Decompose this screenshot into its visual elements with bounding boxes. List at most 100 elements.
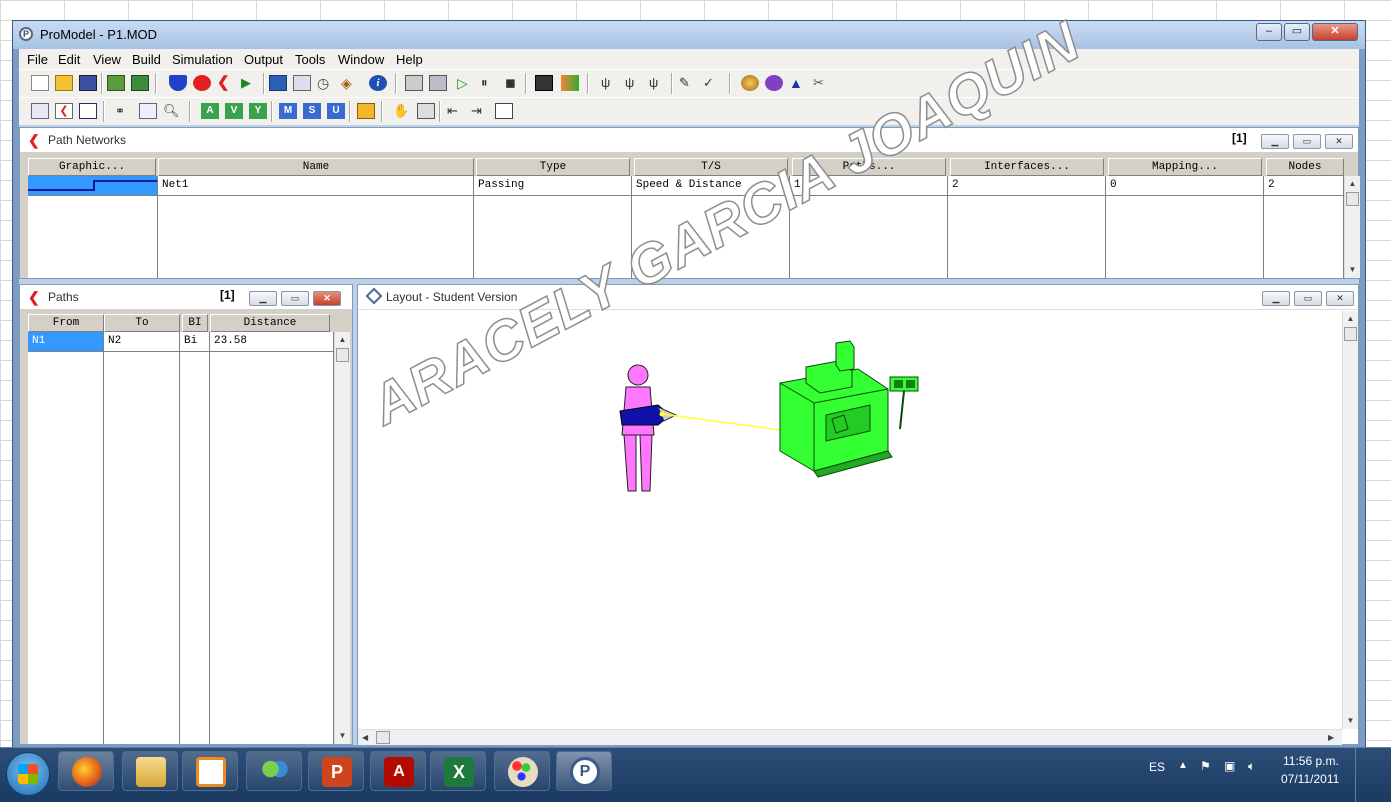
menu-output[interactable]: Output (244, 52, 283, 67)
layout-settings-icon[interactable] (417, 103, 435, 119)
layout-vertical-scrollbar[interactable]: ▲ ▼ (1342, 311, 1358, 729)
stop-icon[interactable]: ◼ (505, 75, 523, 91)
show-desktop-button[interactable] (1355, 748, 1370, 802)
taskbar-acrobat-button[interactable]: A (370, 751, 426, 791)
grid-icon[interactable] (31, 103, 49, 119)
array-y-icon[interactable]: Y (249, 103, 267, 119)
path-node-n1[interactable] (659, 411, 665, 417)
menu-help[interactable]: Help (396, 52, 423, 67)
scroll-down-icon[interactable]: ▼ (1343, 713, 1358, 728)
export-icon[interactable]: ⇥ (471, 103, 489, 119)
col-header-from[interactable]: From (28, 314, 104, 332)
clock-time[interactable]: 11:56 p.m. (1283, 754, 1339, 768)
path-distance-cell[interactable]: 23.58 (210, 332, 334, 352)
run-icon[interactable]: ▷ (457, 75, 475, 91)
network-interfaces-cell[interactable]: 2 (948, 176, 1106, 196)
graphics-editor-icon[interactable] (139, 103, 157, 119)
variable-v-icon[interactable]: V (225, 103, 243, 119)
col-header-mapping[interactable]: Mapping... (1108, 158, 1262, 176)
layout-horizontal-scrollbar[interactable]: ◀ ▶ (358, 729, 1342, 745)
scroll-up-icon[interactable]: ▲ (335, 332, 350, 347)
record-icon[interactable] (193, 75, 211, 91)
col-header-bi[interactable]: BI (182, 314, 208, 332)
menu-build[interactable]: Build (132, 52, 161, 67)
paths-scrollbar[interactable]: ▲ ▼ (334, 332, 350, 744)
minimize-button[interactable]: – (1256, 23, 1282, 41)
menu-tools[interactable]: Tools (295, 52, 325, 67)
cost-icon[interactable] (357, 103, 375, 119)
background-icon[interactable]: ✋ (393, 103, 411, 119)
title-bar[interactable]: P ProModel - P1.MOD – ▭ ✕ (13, 21, 1365, 49)
child-close-button[interactable]: ✕ (1326, 291, 1354, 306)
user-dist-u-icon[interactable]: U (327, 103, 345, 119)
output-results-icon[interactable] (561, 75, 579, 91)
arrivals-icon[interactable] (293, 75, 311, 91)
path-bi-cell[interactable]: Bi (180, 332, 210, 352)
scroll-down-icon[interactable]: ▼ (335, 728, 350, 743)
child-close-button[interactable]: ✕ (313, 291, 341, 306)
scroll-thumb[interactable] (336, 348, 349, 362)
tool-icon[interactable]: ✂ (813, 75, 831, 91)
col-header-interfaces[interactable]: Interfaces... (950, 158, 1104, 176)
layout-view-icon[interactable] (79, 103, 97, 119)
import-icon[interactable]: ⇤ (447, 103, 465, 119)
scroll-thumb[interactable] (376, 731, 390, 744)
path-networks-scrollbar[interactable]: ▲ ▼ (1344, 176, 1360, 278)
close-button[interactable]: ✕ (1312, 23, 1358, 41)
scroll-left-icon[interactable]: ◀ (362, 730, 368, 745)
path-arrow-icon[interactable]: ❮ (217, 75, 235, 91)
menu-window[interactable]: Window (338, 52, 384, 67)
open-file-icon[interactable] (55, 75, 73, 91)
worker-resource-graphic[interactable] (619, 364, 678, 492)
model-package-icon[interactable] (131, 75, 149, 91)
view-trace-icon[interactable] (535, 75, 553, 91)
taskbar-paint-button[interactable] (494, 751, 550, 791)
scenarios-icon[interactable] (429, 75, 447, 91)
show-hidden-icons-icon[interactable]: ▲ (1178, 760, 1188, 771)
entity-icon[interactable]: ▶ (241, 75, 259, 91)
scroll-down-icon[interactable]: ▼ (1345, 262, 1360, 277)
child-maximize-button[interactable]: ▭ (1293, 134, 1321, 149)
child-maximize-button[interactable]: ▭ (281, 291, 309, 306)
scroll-right-icon[interactable]: ▶ (1328, 730, 1334, 745)
path-to-cell[interactable]: N2 (104, 332, 180, 352)
magnify-icon[interactable]: 🔍︎ (163, 103, 181, 119)
attributes-icon[interactable]: ◈ (341, 75, 359, 91)
col-header-distance[interactable]: Distance (210, 314, 330, 332)
shifts-icon[interactable]: ◷ (317, 75, 335, 91)
taskbar-messenger-button[interactable] (246, 751, 302, 791)
network-nodes-cell[interactable]: 2 (1264, 176, 1344, 196)
save-icon[interactable] (79, 75, 97, 91)
taskbar-excel-button[interactable]: X (430, 751, 486, 791)
scroll-up-icon[interactable]: ▲ (1343, 311, 1358, 326)
path-networks-title-bar[interactable]: ❮ Path Networks [1] ▁ ▭ ✕ (20, 128, 1358, 152)
shield-icon[interactable] (169, 75, 187, 91)
menu-view[interactable]: View (93, 52, 121, 67)
snap-grid-icon[interactable]: ✓ (703, 75, 721, 91)
triangle-icon[interactable]: ▲ (789, 75, 807, 91)
child-minimize-button[interactable]: ▁ (1261, 134, 1289, 149)
maximize-button[interactable]: ▭ (1284, 23, 1310, 41)
merge-icon[interactable] (107, 75, 125, 91)
info-icon[interactable]: i (369, 75, 387, 91)
scroll-thumb[interactable] (1344, 327, 1357, 341)
child-close-button[interactable]: ✕ (1325, 134, 1353, 149)
taskbar-promodel-button[interactable]: P (556, 751, 612, 791)
action-center-flag-icon[interactable]: ⚑ (1200, 759, 1211, 773)
path-from-cell[interactable]: N1 (28, 332, 104, 352)
clock-date[interactable]: 07/11/2011 (1281, 772, 1339, 786)
routing-icon[interactable]: ❮ (55, 103, 73, 119)
taskbar-firefox-button[interactable] (58, 751, 114, 791)
new-file-icon[interactable] (31, 75, 49, 91)
network-graphic-cell[interactable] (28, 176, 158, 196)
child-minimize-button[interactable]: ▁ (249, 291, 277, 306)
taskbar-media-player-button[interactable] (182, 751, 238, 791)
taskbar-explorer-button[interactable] (122, 751, 178, 791)
zoom-in-icon[interactable]: ψ (601, 75, 619, 91)
zoom-out-icon[interactable]: ψ (625, 75, 643, 91)
menu-simulation[interactable]: Simulation (172, 52, 233, 67)
resources-icon[interactable] (269, 75, 287, 91)
subroutine-s-icon[interactable]: S (303, 103, 321, 119)
options-icon[interactable] (405, 75, 423, 91)
child-maximize-button[interactable]: ▭ (1294, 291, 1322, 306)
